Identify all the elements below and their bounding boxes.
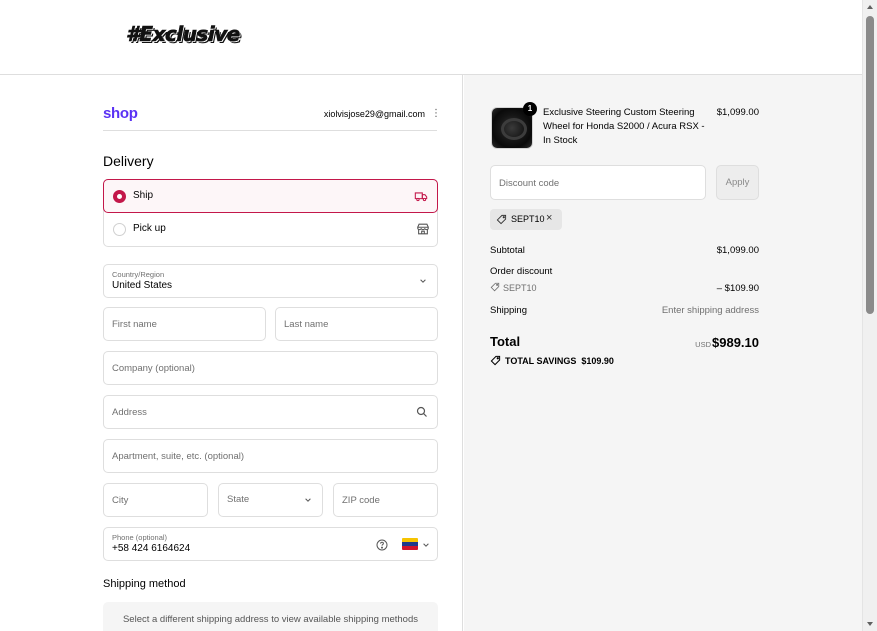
- remove-discount-icon[interactable]: ×: [546, 212, 552, 224]
- ship-radio[interactable]: [113, 190, 126, 203]
- checkout-form-panel: shop xiolvisjose29@gmail.com ⋮ Delivery …: [0, 75, 463, 631]
- order-discount-label: Order discount: [490, 266, 553, 277]
- delivery-options: Ship Pick up: [103, 179, 438, 247]
- state-select[interactable]: State: [218, 483, 323, 517]
- order-discount-value: – $109.90: [716, 283, 759, 294]
- state-placeholder: State: [227, 494, 250, 505]
- phone-value: +58 424 6164624: [112, 543, 191, 554]
- pickup-label: Pick up: [133, 223, 166, 234]
- applied-code: SEPT10: [511, 214, 545, 224]
- chevron-down-icon: [305, 498, 311, 502]
- shipping-method-title: Shipping method: [103, 578, 186, 590]
- store-icon: [417, 223, 429, 235]
- last-name-placeholder: Last name: [284, 319, 329, 330]
- phone-field[interactable]: Phone (optional) +58 424 6164624: [103, 527, 438, 561]
- discount-code-input[interactable]: Discount code: [490, 165, 706, 200]
- pickup-radio[interactable]: [113, 223, 126, 236]
- company-placeholder: Company (optional): [112, 363, 195, 374]
- discount-placeholder: Discount code: [499, 178, 560, 189]
- ship-label: Ship: [133, 190, 154, 201]
- scrollbar-thumb[interactable]: [866, 16, 874, 314]
- search-icon: [416, 406, 427, 417]
- shop-pay-logo: shop: [103, 105, 138, 122]
- shop-account-row: shop xiolvisjose29@gmail.com ⋮: [103, 105, 441, 131]
- first-name-field[interactable]: First name: [103, 307, 266, 341]
- phone-label: Phone (optional): [112, 533, 168, 542]
- quantity-badge: 1: [523, 102, 537, 116]
- tag-icon: [496, 214, 507, 225]
- total-value: $989.10: [712, 335, 759, 350]
- order-discount-code: SEPT10: [503, 283, 537, 293]
- order-summary-panel: 1 Exclusive Steering Custom Steering Whe…: [464, 75, 862, 631]
- chevron-down-icon: [423, 543, 429, 547]
- store-header: #Exclusive: [0, 0, 862, 75]
- subtotal-label: Subtotal: [490, 245, 525, 256]
- zip-placeholder: ZIP code: [342, 495, 380, 506]
- page-scrollbar[interactable]: [862, 0, 877, 631]
- last-name-field[interactable]: Last name: [275, 307, 438, 341]
- apartment-placeholder: Apartment, suite, etc. (optional): [112, 451, 245, 462]
- apartment-field[interactable]: Apartment, suite, etc. (optional): [103, 439, 438, 473]
- truck-icon: [414, 192, 428, 202]
- first-name-placeholder: First name: [112, 319, 157, 330]
- country-value: United States: [112, 280, 173, 291]
- total-label: Total: [490, 334, 521, 349]
- address-field[interactable]: Address: [103, 395, 438, 429]
- applied-discount-chip: SEPT10 ×: [490, 209, 562, 230]
- shipping-method-message: Select a different shipping address to v…: [122, 614, 419, 625]
- shipping-value: Enter shipping address: [661, 305, 759, 316]
- tag-icon: [490, 282, 500, 292]
- city-field[interactable]: City: [103, 483, 208, 517]
- city-placeholder: City: [112, 495, 129, 506]
- kebab-icon[interactable]: ⋮: [431, 108, 441, 120]
- account-email: xiolvisjose29@gmail.com: [323, 109, 425, 119]
- zip-field[interactable]: ZIP code: [333, 483, 438, 517]
- subtotal-value: $1,099.00: [716, 245, 759, 256]
- address-placeholder: Address: [112, 407, 147, 418]
- company-field[interactable]: Company (optional): [103, 351, 438, 385]
- tag-icon: [490, 355, 501, 366]
- savings-label: TOTAL SAVINGS: [505, 356, 577, 366]
- product-price: $1,099.00: [716, 107, 759, 118]
- total-savings-row: TOTAL SAVINGS $109.90: [490, 355, 614, 366]
- shipping-method-notice: Select a different shipping address to v…: [103, 602, 438, 631]
- order-discount-code-row: SEPT10: [490, 282, 537, 293]
- delivery-title: Delivery: [103, 153, 154, 169]
- delivery-option-ship[interactable]: Ship: [103, 179, 438, 213]
- shipping-label: Shipping: [490, 305, 527, 316]
- country-label: Country/Region: [112, 270, 165, 279]
- scroll-down-arrow-icon[interactable]: [867, 622, 873, 626]
- store-logo[interactable]: #Exclusive: [126, 22, 241, 47]
- scroll-up-arrow-icon[interactable]: [867, 5, 873, 9]
- savings-value: $109.90: [581, 356, 614, 366]
- country-select[interactable]: Country/Region United States: [103, 264, 438, 298]
- venezuela-flag-icon[interactable]: [402, 538, 418, 550]
- chevron-down-icon: [420, 279, 426, 283]
- delivery-option-pickup[interactable]: Pick up: [104, 213, 439, 247]
- apply-discount-button[interactable]: Apply: [716, 165, 759, 200]
- total-currency: USD: [695, 340, 711, 349]
- product-name: Exclusive Steering Custom Steering Wheel…: [543, 107, 705, 146]
- help-circle-icon[interactable]: [376, 539, 388, 551]
